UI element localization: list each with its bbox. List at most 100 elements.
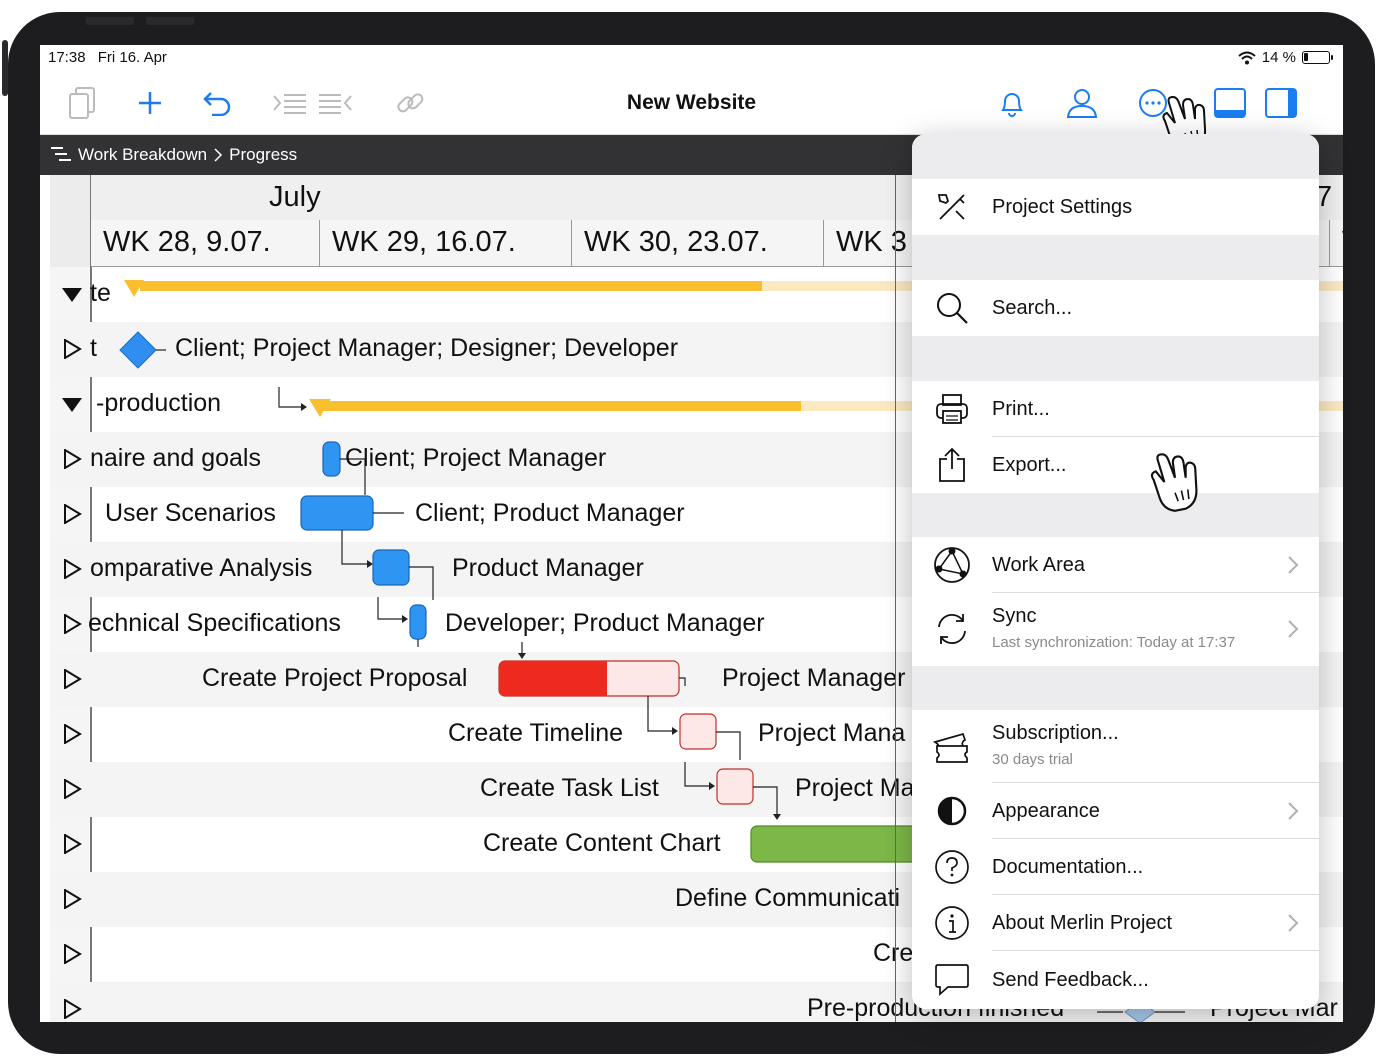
menu-item-sync[interactable]: Sync Last synchronization: Today at 17:3… [912,593,1319,666]
gutter-header [50,175,90,267]
menu-label: Subscription... [992,722,1119,744]
date-text: Fri 16. Apr [97,49,167,66]
task-name: User Scenarios [105,499,276,527]
menu-label: Send Feedback... [992,969,1149,991]
menu-item-print[interactable]: Print... [912,381,1319,437]
sync-icon [932,609,972,649]
task-name: Create Project Proposal [202,664,468,692]
task-name: Create Timeline [448,719,624,747]
menu-spacer [912,134,1319,179]
menu-item-subscription[interactable]: Subscription... 30 days trial [912,710,1319,783]
bottom-panel-icon[interactable] [1210,83,1250,123]
breadcrumb-progress[interactable]: Progress [229,145,297,165]
week-label: WK 30, 23.07. [572,220,824,266]
menu-label: Work Area [992,554,1085,576]
search-icon [932,288,972,328]
task-name: Create Content Chart [483,829,721,857]
menu-label: About Merlin Project [992,912,1173,934]
network-icon [932,545,972,585]
chevron-right-icon [1288,914,1299,932]
breadcrumb-work-breakdown[interactable]: Work Breakdown [78,145,207,165]
menu-item-about[interactable]: About Merlin Project [912,895,1319,951]
expand-triangle-icon[interactable] [62,449,82,469]
task-resources: Developer; Product Manager [445,609,765,637]
today-line [895,175,896,1022]
expand-triangle-icon[interactable] [62,944,82,964]
menu-label: Sync [992,605,1037,627]
expand-triangle-icon[interactable] [62,999,82,1019]
task-resources: Client; Product Manager [415,499,685,527]
menu-sublabel: 30 days trial [992,751,1073,768]
bell-icon[interactable] [992,83,1032,123]
task-name: te [90,279,111,307]
milestone-diamond[interactable] [118,330,178,370]
expand-triangle-icon[interactable] [62,339,82,359]
chevron-right-icon [1288,556,1299,574]
outline-icon [51,147,71,161]
wifi-icon [1238,51,1256,64]
menu-label: Export... [992,454,1067,476]
expand-triangle-icon[interactable] [62,669,82,689]
tickets-icon [932,726,972,766]
half-circle-icon [932,791,972,831]
task-resources: Product Manager [452,554,644,582]
week-label: WK 29, 16.07. [320,220,572,266]
time-text: 17:38 [48,49,86,66]
expand-triangle-icon[interactable] [62,724,82,744]
task-resources: Project Mana [758,719,906,747]
power-button [146,17,194,25]
printer-icon [932,389,972,429]
expand-triangle-icon[interactable] [62,779,82,799]
status-indicators: 14 % [1238,49,1333,66]
battery-percent: 14 % [1261,49,1296,66]
task-name: t [90,334,97,362]
menu-item-send-feedback[interactable]: Send Feedback... [912,951,1319,1009]
menu-item-work-area[interactable]: Work Area [912,537,1319,593]
week-label: W [1329,220,1343,266]
expand-triangle-icon[interactable] [62,834,82,854]
tools-icon [932,187,972,227]
task-resources: Project Ma [795,774,915,802]
menu-label: Documentation... [992,856,1144,878]
task-name: omparative Analysis [90,554,313,582]
chevron-right-icon [1288,802,1299,820]
status-time: 17:38 Fri 16. Apr [48,49,167,66]
menu-label: Appearance [992,800,1100,822]
chevron-right-icon [1288,620,1299,638]
task-name: echnical Specifications [88,609,341,637]
collapse-triangle-icon[interactable] [62,284,82,304]
menu-spacer [912,493,1319,537]
more-menu-popover: Project Settings Search... Print... Expo… [912,134,1319,1009]
status-bar: 17:38 Fri 16. Apr 14 % [40,45,1343,73]
menu-spacer [912,666,1319,710]
task-resources: Project Manager [722,664,906,692]
speech-bubble-icon [932,959,972,999]
menu-sublabel: Last synchronization: Today at 17:37 [992,634,1236,651]
menu-item-export[interactable]: Export... [912,437,1319,493]
volume-button [86,17,134,25]
expand-triangle-icon[interactable] [62,889,82,909]
person-icon[interactable] [1062,83,1102,123]
menu-spacer [912,235,1319,280]
side-button [2,40,8,96]
pointer-hand-icon [1150,453,1198,512]
side-panel-icon[interactable] [1261,83,1301,123]
menu-spacer [912,336,1319,381]
menu-item-project-settings[interactable]: Project Settings [912,179,1319,235]
expand-triangle-icon[interactable] [62,614,82,634]
week-label: WK 28, 9.07. [91,220,320,266]
menu-item-documentation[interactable]: Documentation... [912,839,1319,895]
expand-triangle-icon[interactable] [62,559,82,579]
menu-item-search[interactable]: Search... [912,280,1319,336]
menu-label: Project Settings [992,196,1133,218]
expand-triangle-icon[interactable] [62,504,82,524]
info-icon [932,903,972,943]
share-icon [932,445,972,485]
chevron-right-icon [214,148,223,162]
menu-item-appearance[interactable]: Appearance [912,783,1319,839]
task-name: naire and goals [90,444,261,472]
battery-tip [1331,55,1333,60]
task-name: Create Task List [480,774,659,802]
collapse-triangle-icon[interactable] [62,394,82,414]
breadcrumb: Work Breakdown Progress [50,145,297,165]
